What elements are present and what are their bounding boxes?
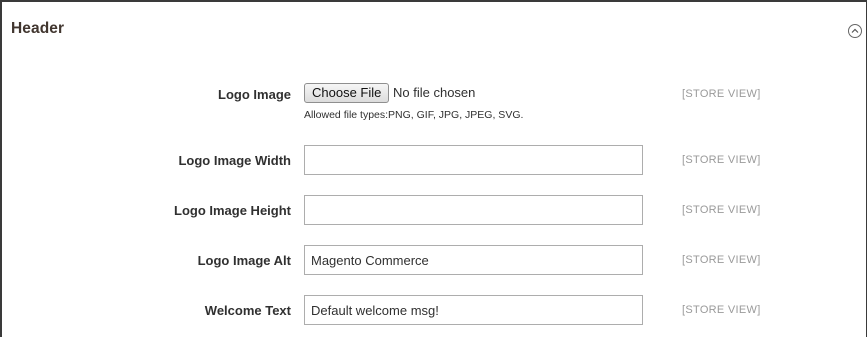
logo-height-row: Logo Image Height <box>91 203 291 218</box>
logo-width-row: Logo Image Width <box>91 153 291 168</box>
logo-width-input[interactable] <box>304 145 643 175</box>
section-title: Header <box>11 20 65 37</box>
collapse-toggle-button[interactable] <box>848 24 862 38</box>
logo-width-label: Logo Image Width <box>178 153 291 168</box>
logo-alt-row: Logo Image Alt <box>91 253 291 268</box>
logo-height-scope: [STORE VIEW] <box>682 204 761 216</box>
logo-alt-input[interactable] <box>304 245 643 275</box>
header-config-panel: Header Logo Image Choose File No file ch… <box>0 0 867 337</box>
file-status-text: No file chosen <box>393 85 476 100</box>
logo-alt-label: Logo Image Alt <box>197 253 291 268</box>
chevron-up-icon <box>851 28 859 33</box>
logo-image-row: Logo Image <box>91 87 291 102</box>
welcome-text-scope: [STORE VIEW] <box>682 304 761 316</box>
logo-height-input[interactable] <box>304 195 643 225</box>
allowed-file-types-note: Allowed file types:PNG, GIF, JPG, JPEG, … <box>304 109 524 121</box>
logo-image-label: Logo Image <box>218 87 291 102</box>
logo-image-scope: [STORE VIEW] <box>682 88 761 100</box>
choose-file-button[interactable]: Choose File <box>304 83 390 103</box>
welcome-text-row: Welcome Text <box>91 303 291 318</box>
welcome-text-input[interactable] <box>304 295 643 325</box>
logo-alt-scope: [STORE VIEW] <box>682 254 761 266</box>
logo-width-scope: [STORE VIEW] <box>682 154 761 166</box>
logo-height-label: Logo Image Height <box>174 203 291 218</box>
welcome-text-label: Welcome Text <box>204 303 291 318</box>
